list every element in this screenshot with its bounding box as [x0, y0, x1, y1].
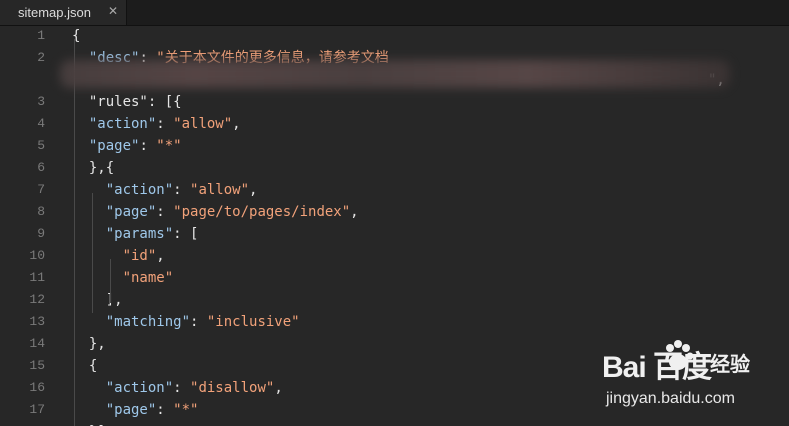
- line-number: 3: [37, 94, 45, 109]
- line-number-gutter: 123456789101112131415161718: [0, 25, 60, 426]
- code-line: "action": "disallow",: [72, 380, 283, 402]
- code-token: },: [72, 336, 106, 352]
- code-token: "page": [72, 138, 140, 154]
- code-token: {: [72, 358, 98, 374]
- close-icon[interactable]: ✕: [105, 3, 121, 19]
- code-line: },{: [72, 160, 114, 182]
- watermark-url: jingyan.baidu.com: [606, 390, 735, 407]
- code-token: "inclusive": [206, 314, 300, 330]
- code-token: :: [139, 138, 157, 154]
- code-token: "allow": [190, 182, 250, 198]
- tab-sitemap-json[interactable]: sitemap.json ✕: [0, 0, 127, 25]
- code-token: :: [156, 402, 174, 418]
- indent-guide: [110, 259, 111, 303]
- code-line: "action": "allow",: [72, 182, 258, 204]
- line-number: 9: [37, 226, 45, 241]
- code-token: "*": [156, 138, 182, 154]
- code-token: "matching": [72, 314, 191, 330]
- code-line: "page": "*": [72, 138, 182, 160]
- line-number: 15: [29, 358, 45, 373]
- line-number: 11: [29, 270, 45, 285]
- indent-guide: [92, 193, 93, 313]
- line-number: 13: [29, 314, 45, 329]
- code-token: :: [156, 204, 174, 220]
- code-token: :: [156, 116, 174, 132]
- code-token: "page": [72, 204, 157, 220]
- line-number: 12: [29, 292, 45, 307]
- code-token: },{: [72, 160, 115, 176]
- line-number: 2: [37, 50, 45, 65]
- code-token: "id": [72, 248, 157, 264]
- code-token: :: [173, 182, 191, 198]
- code-token: "disallow": [190, 380, 275, 396]
- code-token: "params": [72, 226, 174, 242]
- code-token: "allow": [173, 116, 233, 132]
- code-line: "page": "page/to/pages/index",: [72, 204, 359, 226]
- code-line: "params": [: [72, 226, 199, 248]
- code-line: "page": "*": [72, 402, 199, 424]
- code-token: "rules": [{: [72, 94, 182, 110]
- redacted-region: [60, 60, 730, 88]
- line-number: 17: [29, 402, 45, 417]
- code-token: ,: [232, 116, 241, 132]
- watermark-brand: Bai 百度: [602, 351, 712, 384]
- line-number: 14: [29, 336, 45, 351]
- code-token: :: [173, 380, 191, 396]
- line-number: 16: [29, 380, 45, 395]
- line-number: 5: [37, 138, 45, 153]
- code-line: "name": [72, 270, 174, 292]
- code-token: ],: [72, 292, 123, 308]
- code-token: ,: [274, 380, 283, 396]
- code-token: :: [190, 314, 207, 330]
- code-token: ,: [350, 204, 359, 220]
- baidu-jingyan-watermark: Bai 百度 经验 jingyan.baidu.com: [602, 340, 782, 412]
- line-number: 4: [37, 116, 45, 131]
- code-token: "page/to/pages/index": [173, 204, 351, 220]
- code-token: : [: [173, 226, 199, 242]
- line-number: 10: [29, 248, 45, 263]
- indent-guide: [74, 39, 75, 426]
- code-line: ],: [72, 292, 123, 314]
- code-token: "*": [173, 402, 199, 418]
- watermark-jingyan: 经验: [710, 352, 750, 376]
- code-token: ,: [156, 248, 165, 264]
- line-number: 1: [37, 28, 45, 43]
- code-token: "action": [72, 116, 157, 132]
- tab-title: sitemap.json: [18, 5, 91, 20]
- code-token: "action": [72, 380, 174, 396]
- line-number: 7: [37, 182, 45, 197]
- code-line: "rules": [{: [72, 94, 182, 116]
- code-token: "action": [72, 182, 174, 198]
- code-token: "name": [72, 270, 174, 286]
- code-token: ,: [249, 182, 258, 198]
- code-line: {: [72, 358, 97, 380]
- line-number: 6: [37, 160, 45, 175]
- code-token: "page": [72, 402, 157, 418]
- code-line: "matching": "inclusive": [72, 314, 300, 336]
- code-line: "id",: [72, 248, 165, 270]
- tab-bar: sitemap.json ✕: [0, 0, 789, 26]
- line-number: 8: [37, 204, 45, 219]
- code-line: },: [72, 336, 106, 358]
- code-line: "action": "allow",: [72, 116, 241, 138]
